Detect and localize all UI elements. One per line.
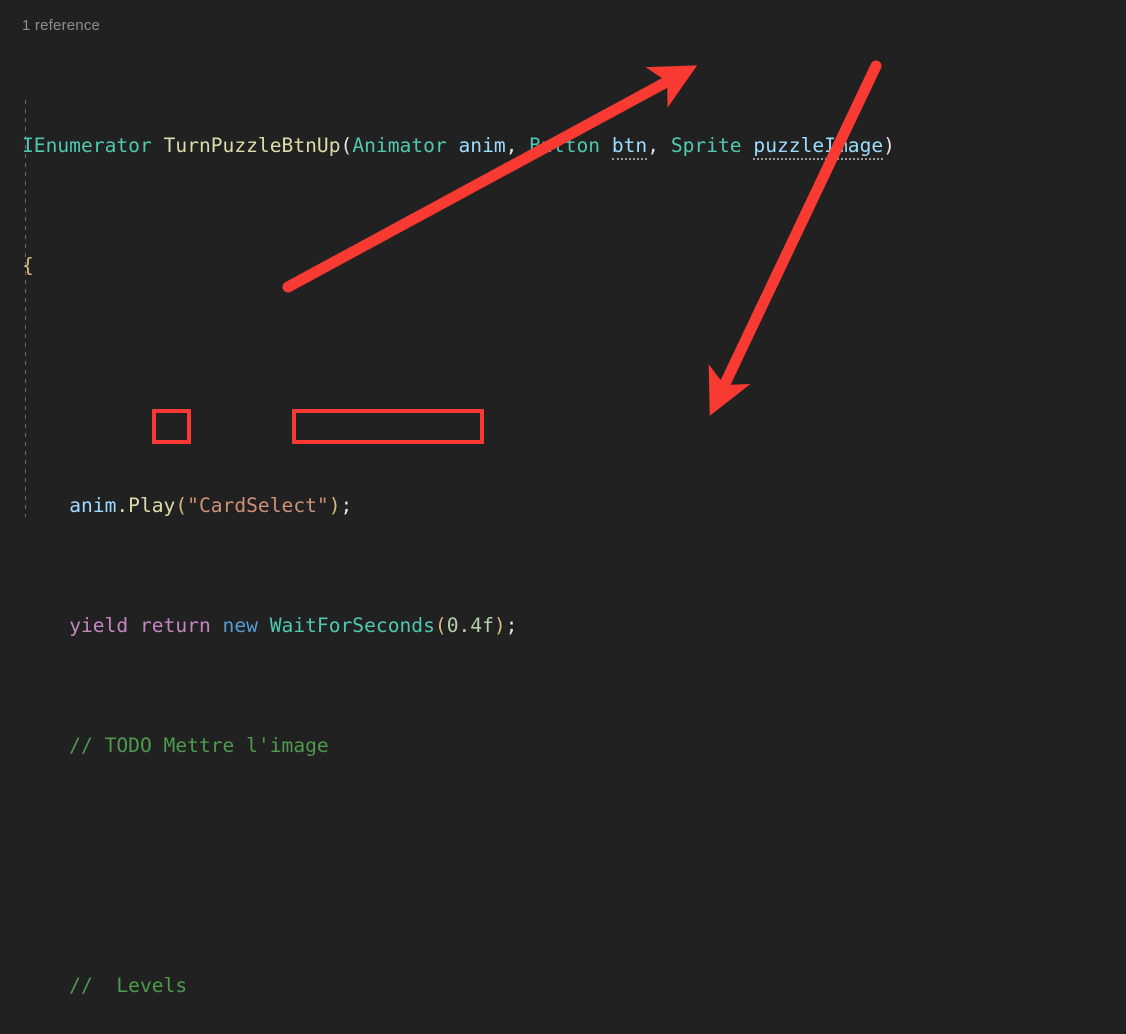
token-param-type-button: Button: [529, 134, 601, 157]
token-semicolon: ;: [340, 494, 353, 517]
codelens-reference-count[interactable]: 1 reference: [22, 17, 100, 34]
code-line-open-brace: {: [22, 251, 895, 281]
highlight-box-image-node: [292, 409, 484, 444]
token-paren-open: (: [434, 614, 447, 637]
token-keyword-return: return: [139, 614, 211, 637]
token-string-cardselect: "CardSelect": [187, 494, 329, 517]
token-receiver-anim: anim: [69, 494, 117, 517]
token-paren-open: (: [175, 494, 188, 517]
token-comma: ,: [647, 134, 671, 157]
code-content[interactable]: IEnumerator TurnPuzzleBtnUp(Animator ani…: [22, 41, 895, 1034]
code-line-comment-todo: // TODO Mettre l'image: [22, 734, 329, 757]
code-editor-pane[interactable]: 1 reference IEnumerator TurnPuzzleBtnUp(…: [0, 0, 1126, 997]
token-semicolon: ;: [505, 614, 518, 637]
token-keyword-yield: yield: [69, 614, 129, 637]
token-comma: ,: [505, 134, 530, 157]
code-line-blank-1: [22, 371, 895, 401]
token-paren-close: ): [493, 614, 506, 637]
token-param-btn: btn: [611, 134, 648, 160]
highlight-box-depth-2: [152, 409, 191, 444]
token-method-play: .Play: [116, 494, 176, 517]
code-line-comment-levels-header: // Levels: [22, 974, 188, 997]
token-param-type-sprite: Sprite: [670, 134, 742, 157]
code-line-yield-return: yield return new WaitForSeconds(0.4f);: [22, 611, 895, 641]
token-return-type: IEnumerator: [22, 134, 152, 157]
token-param-type-animator: Animator: [352, 134, 447, 157]
token-number-delay: 0.4f: [446, 614, 494, 637]
token-close-paren: ): [883, 134, 895, 157]
token-keyword-new: new: [222, 614, 258, 637]
code-line-signature: IEnumerator TurnPuzzleBtnUp(Animator ani…: [22, 131, 895, 161]
token-paren-close: ): [328, 494, 341, 517]
token-open-brace: {: [22, 254, 34, 277]
token-param-anim: anim: [458, 134, 506, 157]
token-param-puzzleimage: puzzleImage: [753, 134, 884, 160]
token-open-paren: (: [340, 134, 353, 157]
token-method-name: TurnPuzzleBtnUp: [163, 134, 341, 157]
code-line-blank-2: [22, 851, 895, 881]
token-type-waitforseconds: WaitForSeconds: [269, 614, 435, 637]
